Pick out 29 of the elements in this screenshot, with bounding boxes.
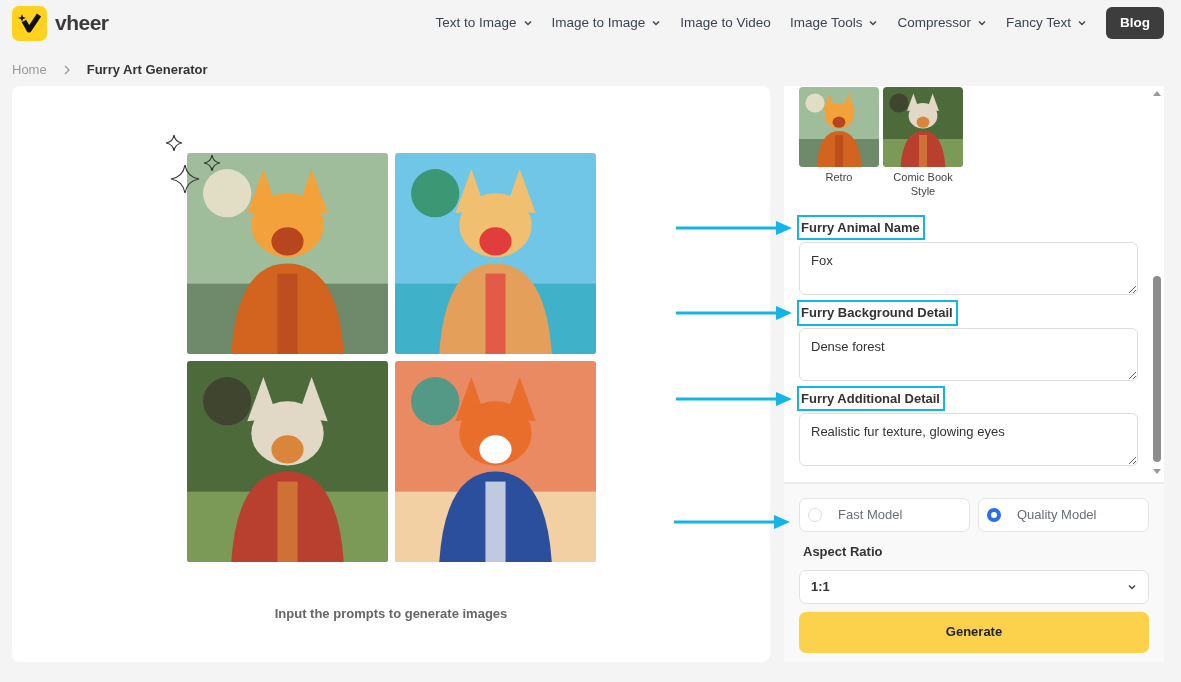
scrollbar-thumb[interactable] <box>1153 276 1161 462</box>
field-label: Furry Background Detail <box>797 300 958 326</box>
text-area[interactable]: Realistic fur texture, glowing eyes <box>799 413 1138 466</box>
logo-text[interactable]: vheer <box>55 7 109 39</box>
logo-icon[interactable] <box>12 5 47 41</box>
radio-icon[interactable] <box>987 508 1001 522</box>
radio-option[interactable]: Fast Model <box>799 498 970 532</box>
nav-link[interactable]: Image to Image <box>551 12 662 34</box>
nav-link[interactable]: Image to Video <box>680 12 771 34</box>
style-label: Retro <box>824 171 854 185</box>
scroll-down-icon <box>1152 468 1162 476</box>
nav-link[interactable]: Image Tools <box>789 12 879 34</box>
blog-button[interactable]: Blog <box>1106 6 1164 40</box>
text-area[interactable]: Dense forest <box>799 327 1138 381</box>
nav-link[interactable]: Compressor <box>897 12 987 34</box>
generate-button[interactable]: Generate <box>799 611 1149 653</box>
caption-text: Input the prompts to generate images <box>274 605 508 623</box>
text-area[interactable]: Fox <box>799 242 1138 295</box>
scroll-up-icon <box>1152 89 1162 97</box>
field-label: Aspect Ratio <box>803 543 884 561</box>
breadcrumb-item: Furry Art Generator <box>86 61 208 80</box>
nav-link[interactable]: Fancy Text <box>1005 12 1087 34</box>
select-field[interactable]: 1:1 <box>799 569 1149 604</box>
chevron-right-icon <box>62 65 71 75</box>
nav-link[interactable]: Text to Image <box>435 12 533 34</box>
radio-option[interactable]: Quality Model <box>978 498 1149 532</box>
field-label: Furry Additional Detail <box>797 385 945 411</box>
style-label: Comic Book Style <box>892 171 954 199</box>
field-label: Furry Animal Name <box>797 214 925 240</box>
